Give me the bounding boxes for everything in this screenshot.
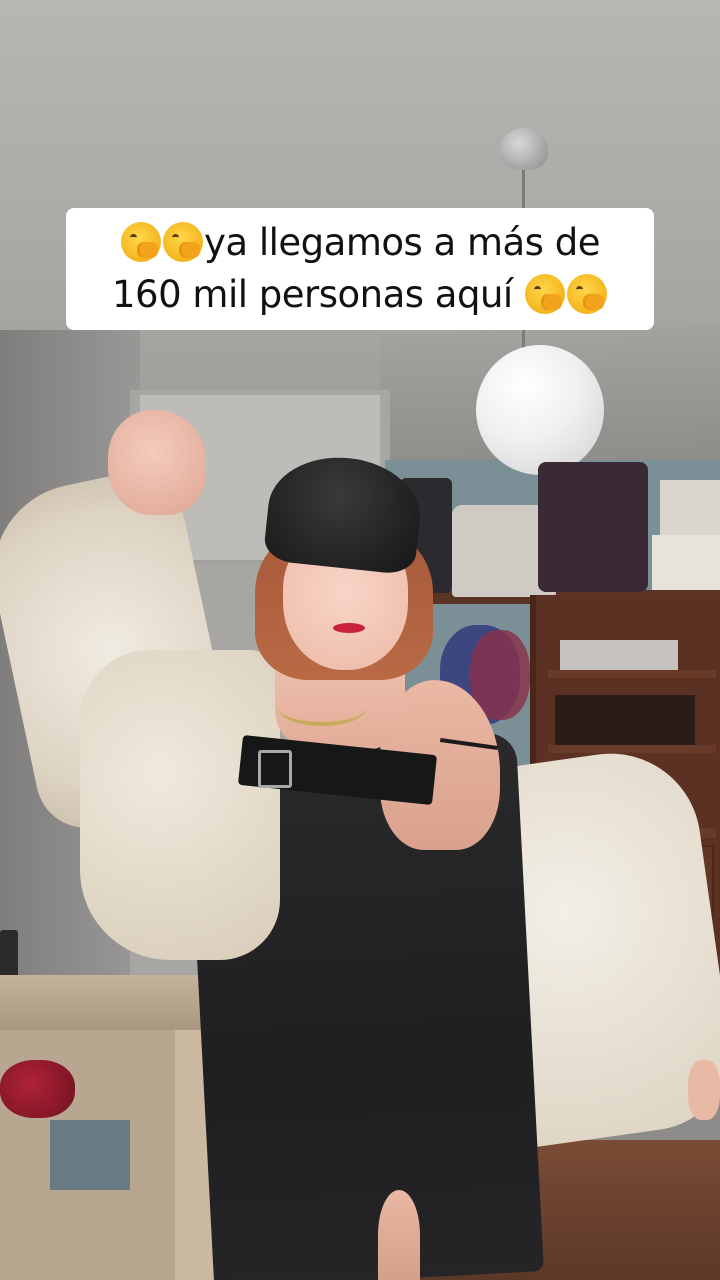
cabinet-shelf — [548, 745, 716, 753]
desk-shelf — [50, 1120, 130, 1190]
video-frame — [0, 0, 720, 1280]
lamp-fixture — [500, 128, 548, 170]
lips — [333, 623, 365, 633]
storage-box — [660, 480, 720, 536]
caption-line-2: 160 mil personas aquí — [112, 269, 608, 321]
emoji-pair-leading — [120, 217, 204, 269]
face-with-hand-over-mouth-icon — [121, 222, 161, 262]
paper-lamp-globe — [476, 345, 604, 475]
cabinet-shelf — [548, 670, 716, 678]
hand — [688, 1060, 720, 1120]
dress-slit-leg — [378, 1190, 420, 1280]
cabinet-items — [555, 695, 695, 745]
caption-overlay: ya llegamos a más de 160 mil personas aq… — [66, 208, 654, 330]
emoji-pair-trailing — [524, 269, 608, 321]
belt-buckle — [258, 750, 292, 788]
face-with-hand-over-mouth-icon — [524, 274, 565, 314]
gold-necklace — [278, 690, 366, 726]
purple-suitcase — [538, 462, 648, 592]
dark-object — [0, 930, 18, 980]
raised-fist — [108, 410, 206, 515]
fluffy-jacket-left — [80, 650, 280, 960]
caption-line-2-text: 160 mil personas aquí — [112, 273, 513, 316]
caption-line-1-text: ya llegamos a más de — [204, 221, 600, 264]
cabinet-box — [560, 640, 678, 670]
red-yarn-ball — [0, 1060, 75, 1118]
storage-box-lower — [652, 535, 720, 590]
face-with-hand-over-mouth-icon — [163, 222, 203, 262]
face-with-hand-over-mouth-icon — [566, 274, 607, 314]
caption-line-1: ya llegamos a más de — [120, 217, 600, 269]
